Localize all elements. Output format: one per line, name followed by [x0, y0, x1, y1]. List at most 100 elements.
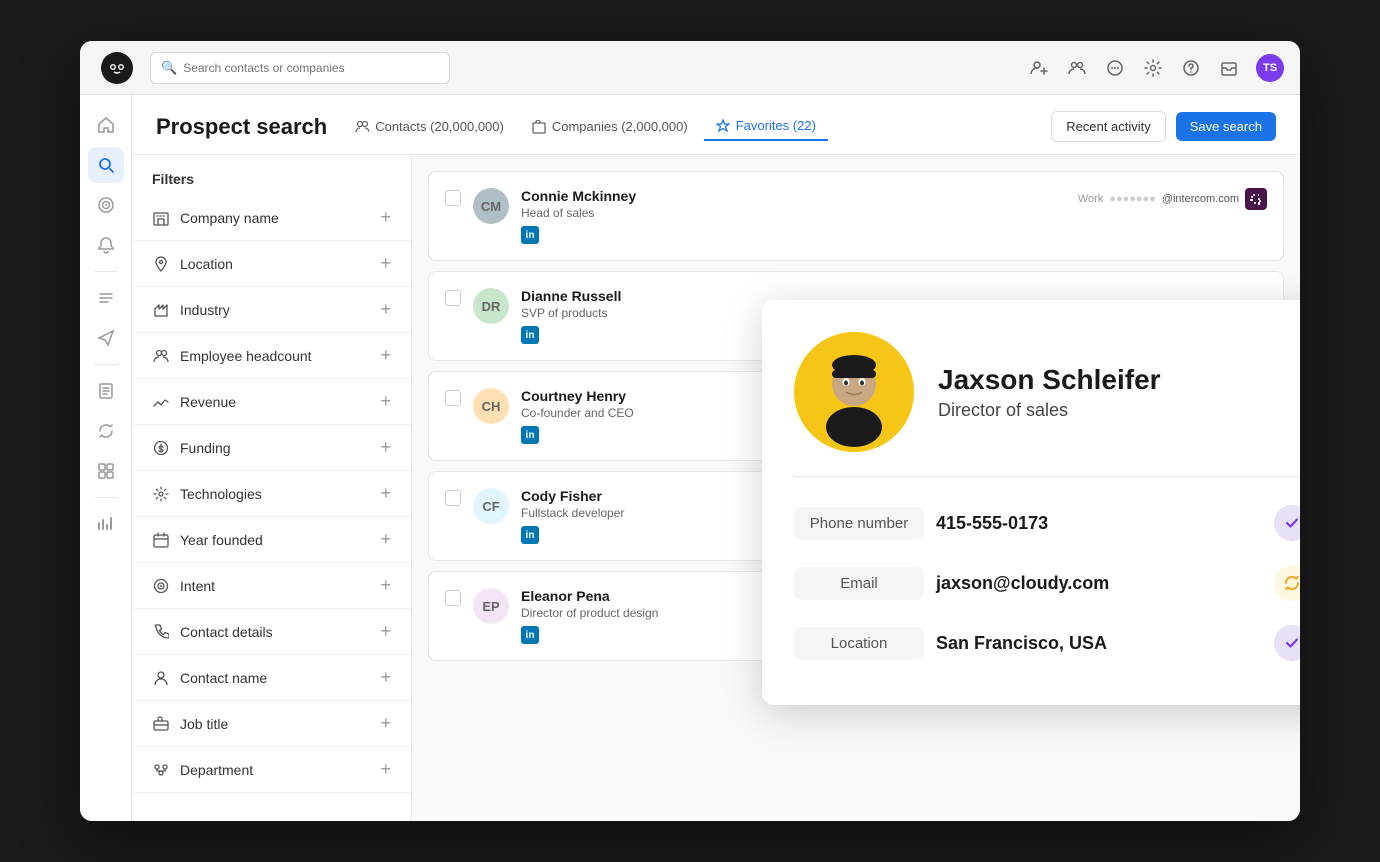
- nav-refresh[interactable]: [88, 413, 124, 449]
- tab-companies[interactable]: Companies (2,000,000): [520, 113, 700, 140]
- result-avatar-2: DR: [473, 288, 509, 324]
- filter-contact-details[interactable]: Contact details +: [132, 609, 411, 655]
- profile-header: Jaxson Schleifer Director of sales: [794, 332, 1300, 452]
- email-label: Work: [1078, 193, 1103, 205]
- page-title: Prospect search: [156, 114, 327, 140]
- email-label-text: Email: [794, 567, 924, 600]
- linkedin-badge-2[interactable]: in: [521, 326, 539, 344]
- slack-icon[interactable]: [1245, 188, 1267, 210]
- search-bar[interactable]: 🔍: [150, 52, 450, 84]
- filter-revenue[interactable]: Revenue +: [132, 379, 411, 425]
- result-card-1[interactable]: CM Connie Mckinney Head of sales in Work…: [428, 171, 1284, 261]
- calendar-icon: [152, 531, 170, 549]
- location-value: San Francisco, USA: [936, 633, 1262, 654]
- tab-favorites[interactable]: Favorites (22): [704, 112, 828, 141]
- result-avatar-1: CM: [473, 188, 509, 224]
- nav-bell[interactable]: [88, 227, 124, 263]
- filter-add-icon: +: [380, 437, 391, 458]
- nav-chart[interactable]: [88, 506, 124, 542]
- filter-job-title[interactable]: Job title +: [132, 701, 411, 747]
- top-bar: 🔍 TS: [80, 41, 1300, 95]
- team-icon[interactable]: [1066, 57, 1088, 79]
- user-avatar[interactable]: TS: [1256, 54, 1284, 82]
- page-header-top: Prospect search Contacts (20,000,000) Co…: [156, 111, 1276, 142]
- nav-file[interactable]: [88, 373, 124, 409]
- filter-employee-headcount[interactable]: Employee headcount +: [132, 333, 411, 379]
- inbox-icon[interactable]: [1218, 57, 1240, 79]
- result-checkbox-3[interactable]: [445, 390, 461, 406]
- filter-intent[interactable]: Intent +: [132, 563, 411, 609]
- page-header: Prospect search Contacts (20,000,000) Co…: [132, 95, 1300, 155]
- tab-contacts[interactable]: Contacts (20,000,000): [343, 113, 516, 140]
- filter-add-icon: +: [380, 713, 391, 734]
- linkedin-badge-4[interactable]: in: [521, 526, 539, 544]
- header-actions: Recent activity Save search: [1051, 111, 1276, 142]
- tech-icon: [152, 485, 170, 503]
- body-split: Filters Company name +: [132, 155, 1300, 821]
- department-icon: [152, 761, 170, 779]
- filter-funding[interactable]: Funding +: [132, 425, 411, 471]
- nav-divider-1: [94, 271, 118, 272]
- filter-technologies[interactable]: Technologies +: [132, 471, 411, 517]
- save-search-button[interactable]: Save search: [1176, 112, 1276, 141]
- result-checkbox-5[interactable]: [445, 590, 461, 606]
- filter-add-icon: +: [380, 483, 391, 504]
- filter-department[interactable]: Department +: [132, 747, 411, 793]
- linkedin-badge-1[interactable]: in: [521, 226, 539, 244]
- filter-add-icon: +: [380, 529, 391, 550]
- email-masked: ●●●●●●●: [1109, 193, 1156, 205]
- building-icon: [152, 209, 170, 227]
- nav-divider-2: [94, 364, 118, 365]
- nav-list[interactable]: [88, 280, 124, 316]
- result-checkbox-4[interactable]: [445, 490, 461, 506]
- email-row: Email jaxson@cloudy.com: [794, 553, 1300, 613]
- result-title-1: Head of sales: [521, 206, 1066, 220]
- top-bar-right: TS: [1028, 54, 1284, 82]
- nav-grid[interactable]: [88, 453, 124, 489]
- filter-add-icon: +: [380, 621, 391, 642]
- filter-add-icon: +: [380, 345, 391, 366]
- filter-year-founded[interactable]: Year founded +: [132, 517, 411, 563]
- content-area: Prospect search Contacts (20,000,000) Co…: [132, 95, 1300, 821]
- location-label-text: Location: [794, 627, 924, 660]
- filter-industry[interactable]: Industry +: [132, 287, 411, 333]
- result-checkbox-2[interactable]: [445, 290, 461, 306]
- profile-name-area: Jaxson Schleifer Director of sales: [938, 363, 1300, 422]
- phone-verified-icon[interactable]: [1274, 505, 1300, 541]
- search-input[interactable]: [183, 61, 439, 75]
- linkedin-badge-5[interactable]: in: [521, 626, 539, 644]
- nav-home[interactable]: [88, 107, 124, 143]
- left-nav: [80, 95, 132, 821]
- logo-icon: [101, 52, 133, 84]
- profile-name: Jaxson Schleifer: [938, 363, 1300, 397]
- nav-target[interactable]: [88, 187, 124, 223]
- filter-company-name[interactable]: Company name +: [132, 195, 411, 241]
- filter-contact-name[interactable]: Contact name +: [132, 655, 411, 701]
- chat-icon[interactable]: [1104, 57, 1126, 79]
- filters-panel: Filters Company name +: [132, 155, 412, 821]
- linkedin-badge-3[interactable]: in: [521, 426, 539, 444]
- filter-add-icon: +: [380, 575, 391, 596]
- result-info-1: Connie Mckinney Head of sales in: [521, 188, 1066, 244]
- help-icon[interactable]: [1180, 57, 1202, 79]
- filter-location[interactable]: Location +: [132, 241, 411, 287]
- recent-activity-button[interactable]: Recent activity: [1051, 111, 1166, 142]
- email-refresh-icon[interactable]: [1274, 565, 1300, 601]
- result-avatar-5: EP: [473, 588, 509, 624]
- nav-divider-3: [94, 497, 118, 498]
- intent-icon: [152, 577, 170, 595]
- tab-bar: Contacts (20,000,000) Companies (2,000,0…: [343, 112, 1035, 141]
- filter-add-icon: +: [380, 299, 391, 320]
- profile-divider: [794, 476, 1300, 477]
- location-verified-icon[interactable]: [1274, 625, 1300, 661]
- logo-area: [96, 47, 138, 89]
- nav-send[interactable]: [88, 320, 124, 356]
- user-icon: [152, 669, 170, 687]
- phone-value: 415-555-0173: [936, 513, 1262, 534]
- filter-add-icon: +: [380, 759, 391, 780]
- settings-icon[interactable]: [1142, 57, 1164, 79]
- phone-label-text: Phone number: [794, 507, 924, 540]
- add-contact-icon[interactable]: [1028, 57, 1050, 79]
- nav-search[interactable]: [88, 147, 124, 183]
- result-checkbox-1[interactable]: [445, 190, 461, 206]
